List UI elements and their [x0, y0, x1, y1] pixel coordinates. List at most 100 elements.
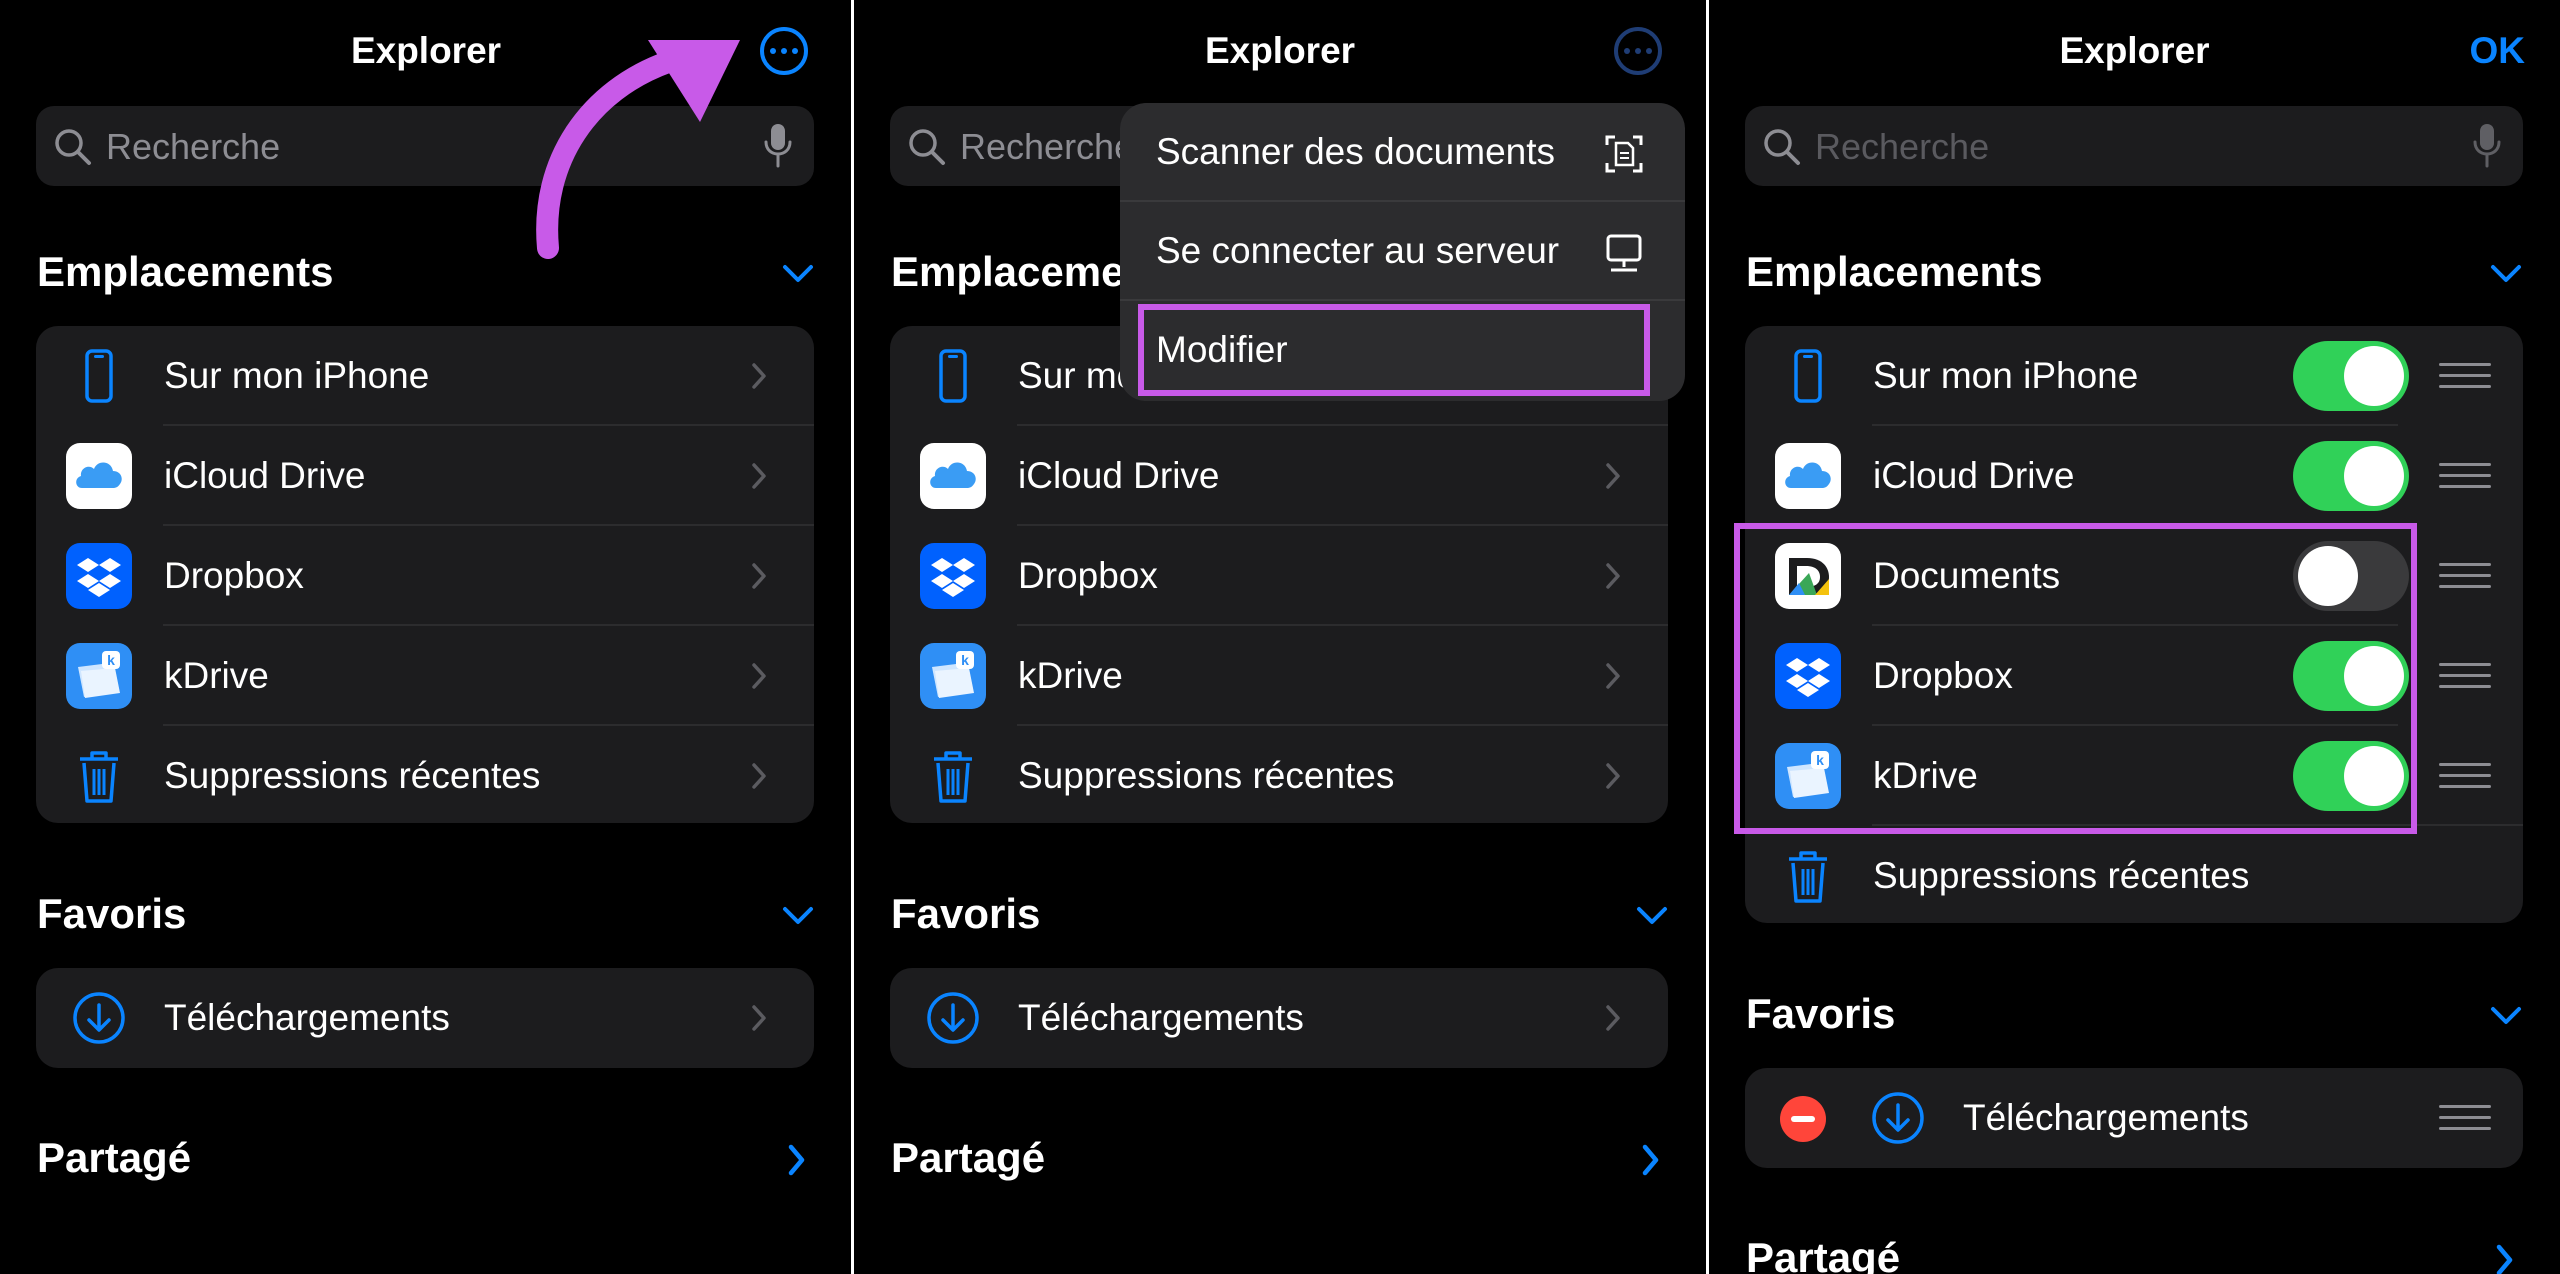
section-locations-title: Emplacements — [1746, 248, 2043, 295]
location-row-recently-deleted[interactable]: Suppressions récentes — [890, 726, 1668, 823]
reorder-handle-icon[interactable] — [2439, 563, 2491, 589]
section-shared-title[interactable]: Partagé — [1746, 1234, 1900, 1274]
chevron-right-icon — [752, 563, 766, 589]
menu-item-scan-documents[interactable]: Scanner des documents — [1120, 103, 1685, 202]
location-label: kDrive — [1018, 655, 1123, 696]
location-label: Sur mon iPhone — [164, 355, 430, 396]
page-title: Explorer — [2059, 30, 2210, 71]
section-shared-title[interactable]: Partagé — [37, 1134, 191, 1182]
download-icon — [1872, 1092, 1924, 1144]
favorite-row-downloads[interactable]: Téléchargements — [36, 968, 814, 1068]
trash-icon — [932, 751, 974, 803]
kdrive-icon — [920, 643, 986, 709]
favorite-row-downloads: Téléchargements — [1745, 1068, 2523, 1168]
favorite-label: Téléchargements — [164, 997, 450, 1038]
section-favorites-title: Favoris — [1746, 990, 1896, 1037]
trash-icon — [78, 751, 120, 803]
chevron-down-icon[interactable] — [2488, 998, 2524, 1034]
section-shared-title[interactable]: Partagé — [891, 1134, 1045, 1182]
icloud-icon — [66, 443, 132, 509]
location-label: Suppressions récentes — [1018, 755, 1395, 796]
favorites-list-edit: Téléchargements — [1745, 1068, 2523, 1168]
iphone-icon — [85, 349, 113, 403]
chevron-right-icon[interactable] — [2488, 1242, 2524, 1274]
location-row-icloud-drive[interactable]: iCloud Drive — [36, 426, 814, 526]
location-row-kdrive[interactable]: kDrive — [36, 626, 814, 726]
reorder-handle-icon[interactable] — [2439, 763, 2491, 789]
page-title: Explorer — [1204, 30, 1356, 71]
location-row-dropbox[interactable]: Dropbox — [890, 526, 1668, 626]
location-row-icloud-drive: iCloud Drive — [1745, 426, 2523, 526]
download-icon — [73, 992, 125, 1044]
remove-icon[interactable] — [1780, 1096, 1826, 1142]
trash-icon — [1787, 851, 1829, 903]
server-icon — [1606, 234, 1642, 272]
locations-list: Sur mon iPhone iCloud Drive Dropbox kDri… — [36, 326, 814, 823]
location-label: Dropbox — [164, 555, 304, 596]
search-field[interactable]: Recherche — [1745, 106, 2523, 186]
section-favorites-title: Favoris — [37, 890, 187, 937]
section-favorites-title: Favoris — [891, 890, 1041, 937]
chevron-right-icon — [752, 663, 766, 689]
explorer-panel-edit-mode: Explorer OK Recherche Emplacements Sur m… — [1709, 0, 2560, 1274]
search-placeholder: Recherche — [1815, 126, 1990, 167]
location-label: kDrive — [164, 655, 269, 696]
reorder-handle-icon[interactable] — [2439, 663, 2491, 689]
favorite-row-downloads[interactable]: Téléchargements — [890, 968, 1668, 1068]
location-row-iphone[interactable]: Sur mon iPhone — [36, 326, 814, 426]
chevron-right-icon[interactable] — [780, 1142, 816, 1178]
kdrive-icon — [66, 643, 132, 709]
chevron-right-icon — [1606, 463, 1620, 489]
highlight-box-edit — [1138, 304, 1650, 396]
download-icon — [927, 992, 979, 1044]
chevron-right-icon — [752, 1005, 766, 1031]
location-label: iCloud Drive — [1018, 455, 1220, 496]
location-label: Dropbox — [1018, 555, 1158, 596]
location-row-icloud-drive[interactable]: iCloud Drive — [890, 426, 1668, 526]
favorites-list: Téléchargements — [36, 968, 814, 1068]
dropbox-icon — [920, 543, 986, 609]
reorder-handle-icon[interactable] — [2439, 1105, 2491, 1131]
microphone-icon[interactable] — [2473, 124, 2501, 168]
icloud-icon — [1775, 443, 1841, 509]
chevron-down-icon[interactable] — [780, 898, 816, 934]
location-row-recently-deleted: Suppressions récentes — [1745, 826, 2523, 923]
icloud-icon — [920, 443, 986, 509]
location-row-recently-deleted[interactable]: Suppressions récentes — [36, 726, 814, 823]
iphone-icon — [1794, 349, 1822, 403]
chevron-right-icon — [1606, 563, 1620, 589]
chevron-right-icon — [752, 463, 766, 489]
highlight-box-cloud-apps — [1734, 523, 2417, 834]
chevron-right-icon — [1606, 663, 1620, 689]
location-label: Suppressions récentes — [164, 755, 541, 796]
dropbox-icon — [66, 543, 132, 609]
menu-item-label: Scanner des documents — [1156, 131, 1556, 172]
chevron-down-icon[interactable] — [1634, 898, 1670, 934]
done-button[interactable]: OK — [2470, 30, 2526, 72]
location-label: Suppressions récentes — [1873, 855, 2250, 896]
search-placeholder: Recherche — [960, 126, 1135, 167]
location-row-dropbox[interactable]: Dropbox — [36, 526, 814, 626]
chevron-right-icon — [1606, 1005, 1620, 1031]
menu-item-label: Se connecter au serveur — [1156, 230, 1560, 271]
chevron-down-icon[interactable] — [2488, 256, 2524, 292]
chevron-right-icon — [752, 363, 766, 389]
reorder-handle-icon[interactable] — [2439, 363, 2491, 389]
visibility-toggle[interactable] — [2293, 341, 2409, 411]
chevron-right-icon[interactable] — [1634, 1142, 1670, 1178]
pointer-arrow-annotation — [536, 40, 740, 259]
location-label: iCloud Drive — [164, 455, 366, 496]
reorder-handle-icon[interactable] — [2439, 463, 2491, 489]
favorite-label: Téléchargements — [1963, 1097, 2249, 1138]
chevron-right-icon — [752, 763, 766, 789]
menu-item-connect-server[interactable]: Se connecter au serveur — [1120, 202, 1685, 301]
scan-document-icon — [1605, 135, 1643, 173]
favorite-label: Téléchargements — [1018, 997, 1304, 1038]
visibility-toggle[interactable] — [2293, 441, 2409, 511]
more-options-button[interactable] — [1614, 27, 1662, 75]
search-icon — [1764, 129, 1800, 165]
favorites-list: Téléchargements — [890, 968, 1668, 1068]
location-row-kdrive[interactable]: kDrive — [890, 626, 1668, 726]
chevron-right-icon — [1606, 763, 1620, 789]
location-row-iphone: Sur mon iPhone — [1745, 326, 2523, 426]
